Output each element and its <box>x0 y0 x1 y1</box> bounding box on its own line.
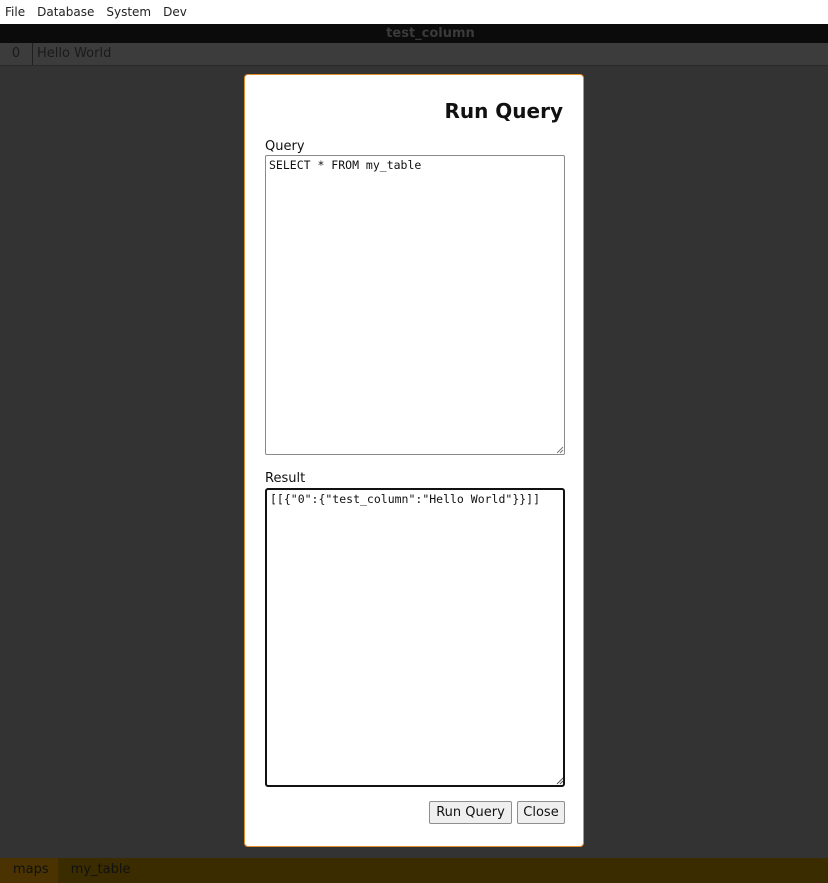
query-textarea[interactable]: SELECT * FROM my_table <box>265 155 565 455</box>
close-button[interactable]: Close <box>517 801 565 824</box>
table-tabs-bar: maps my_table <box>0 858 828 883</box>
dialog-title: Run Query <box>444 99 563 123</box>
result-textarea[interactable]: [[{"0":{"test_column":"Hello World"}}]] <box>265 488 565 787</box>
run-query-dialog: Run Query Query SELECT * FROM my_table R… <box>244 74 584 847</box>
tab-maps[interactable]: maps <box>0 858 58 883</box>
menu-file[interactable]: File <box>0 0 31 24</box>
result-label: Result <box>265 471 306 486</box>
run-query-button[interactable]: Run Query <box>429 801 512 824</box>
menu-system[interactable]: System <box>100 0 157 24</box>
query-label: Query <box>265 139 305 154</box>
column-header-test-column[interactable]: test_column <box>33 24 828 43</box>
table-row[interactable]: 0 Hello World <box>0 43 828 66</box>
menu-database[interactable]: Database <box>31 0 100 24</box>
menu-dev[interactable]: Dev <box>157 0 193 24</box>
data-grid: test_column 0 Hello World <box>0 24 828 66</box>
grid-header: test_column <box>0 24 828 43</box>
table-cell[interactable]: Hello World <box>37 43 111 65</box>
row-index: 0 <box>0 43 33 65</box>
menu-bar: File Database System Dev <box>0 0 828 24</box>
tab-my-table[interactable]: my_table <box>57 858 140 883</box>
